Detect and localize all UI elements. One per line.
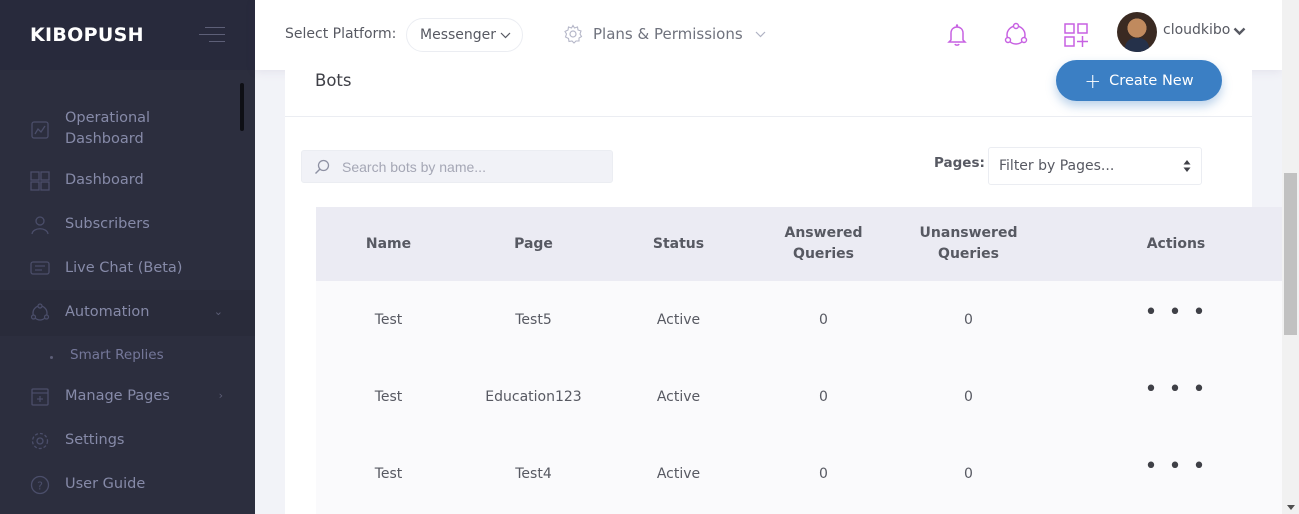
cell-unanswered: 0 xyxy=(964,388,973,405)
sidebar-item-manage-pages[interactable]: Manage Pages › xyxy=(0,386,255,408)
create-new-button[interactable]: + Create New xyxy=(1056,60,1222,101)
cell-answered: 0 xyxy=(819,311,828,328)
sidebar-item-live-chat[interactable]: Live Chat (Beta) xyxy=(0,258,255,280)
sidebar-subitem-label: Smart Replies xyxy=(70,347,164,363)
cell-page: Test4 xyxy=(515,465,552,482)
cell-unanswered: 0 xyxy=(964,465,973,482)
cell-status: Active xyxy=(656,465,701,482)
gear-icon xyxy=(564,24,583,44)
chevron-down-icon: ⌄ xyxy=(213,305,223,318)
apps-add-icon[interactable] xyxy=(1063,22,1089,48)
pages-filter-value: Filter by Pages... xyxy=(999,158,1115,174)
column-header-actions: Actions xyxy=(1146,235,1206,252)
column-header-page[interactable]: Page xyxy=(461,207,606,281)
platform-value: Messenger xyxy=(420,27,497,43)
cell-answered: 0 xyxy=(819,465,828,482)
table-row: Test Test4 Active 0 0 • • • xyxy=(316,435,1282,512)
sidebar-item-label: Subscribers xyxy=(65,216,150,232)
chevron-down-icon xyxy=(755,31,766,37)
hamburger-menu-icon[interactable] xyxy=(199,27,225,43)
pages-label: Pages: xyxy=(934,155,985,171)
sort-updown-icon xyxy=(1183,160,1191,172)
scrollbar-thumb[interactable] xyxy=(1284,173,1297,335)
sidebar-item-label: User Guide xyxy=(65,476,146,492)
more-dots-icon: • • • xyxy=(1144,376,1208,402)
chevron-right-icon: › xyxy=(218,389,223,402)
sidebar-item-label: Settings xyxy=(65,432,125,448)
page-icon xyxy=(31,388,49,406)
brand-logo: KIBOPUSH xyxy=(30,24,144,46)
network-icon[interactable] xyxy=(1003,22,1029,48)
sidebar-subitem-smart-replies[interactable]: Smart Replies xyxy=(0,347,255,367)
bell-icon[interactable] xyxy=(944,22,970,48)
cell-answered: 0 xyxy=(819,388,828,405)
column-header-answered-queries[interactable]: Answered Queries xyxy=(751,207,896,281)
cell-name: Test xyxy=(374,465,403,482)
chevron-down-icon xyxy=(500,32,511,38)
sidebar-item-label: Live Chat (Beta) xyxy=(65,260,183,276)
table-row: Test Education123 Active 0 0 • • • xyxy=(316,358,1282,435)
plans-permissions-menu[interactable]: Plans & Permissions xyxy=(563,24,766,44)
sidebar-item-label: Dashboard xyxy=(65,131,144,147)
sidebar-item-label: Automation xyxy=(65,304,150,320)
actions-menu-button[interactable]: • • • xyxy=(1106,281,1246,358)
column-header-unanswered-queries[interactable]: Unanswered Queries xyxy=(896,207,1041,281)
cell-page: Test5 xyxy=(515,311,552,328)
sidebar-item-subscribers[interactable]: Subscribers xyxy=(0,214,255,236)
user-icon xyxy=(31,216,49,235)
sidebar: KIBOPUSH Operational Dashboard Dashboard… xyxy=(0,0,255,514)
avatar[interactable] xyxy=(1117,12,1157,52)
page-title: Bots xyxy=(315,71,352,90)
actions-menu-button[interactable]: • • • xyxy=(1106,358,1246,435)
cell-page: Education123 xyxy=(485,388,582,405)
bullet-icon xyxy=(50,356,53,359)
more-dots-icon: • • • xyxy=(1144,299,1208,325)
table-row: Test Test5 Active 0 0 • • • xyxy=(316,281,1282,358)
more-dots-icon: • • • xyxy=(1144,453,1208,479)
scroll-down-arrow-icon[interactable] xyxy=(1287,505,1295,510)
cell-name: Test xyxy=(374,388,403,405)
sidebar-item-operational-dashboard[interactable]: Operational Dashboard xyxy=(0,108,255,152)
plans-label: Plans & Permissions xyxy=(593,25,743,43)
help-icon: ? xyxy=(30,475,50,495)
sidebar-item-settings[interactable]: Settings xyxy=(0,430,255,452)
portlet-header: Bots + Create New xyxy=(285,60,1252,117)
network-icon xyxy=(30,303,50,321)
page-scrollbar[interactable] xyxy=(1282,0,1299,514)
search-box xyxy=(301,150,613,183)
select-platform-label: Select Platform: xyxy=(285,26,397,42)
cell-status: Active xyxy=(656,311,701,328)
pages-filter-select[interactable]: Filter by Pages... xyxy=(988,147,1202,185)
sidebar-item-label: Dashboard xyxy=(65,172,144,188)
sidebar-item-automation[interactable]: Automation ⌄ xyxy=(0,290,255,336)
table-header: Name Page Status Answered Queries Unanswe… xyxy=(316,207,1282,281)
cell-status: Active xyxy=(656,388,701,405)
cell-unanswered: 0 xyxy=(964,311,973,328)
column-header-name[interactable]: Name xyxy=(316,207,461,281)
platform-dropdown[interactable]: Messenger xyxy=(406,18,523,52)
brand-bar: KIBOPUSH xyxy=(0,0,255,70)
column-header-status[interactable]: Status xyxy=(606,207,751,281)
chat-icon xyxy=(30,261,50,275)
cell-name: Test xyxy=(374,311,403,328)
gear-icon xyxy=(31,432,49,450)
username[interactable]: cloudkibo xyxy=(1163,22,1230,38)
table-body: Test Test5 Active 0 0 • • • Test Educati… xyxy=(316,281,1282,514)
plus-icon: + xyxy=(1084,68,1102,93)
create-new-label: Create New xyxy=(1109,72,1194,89)
sidebar-item-label: Operational xyxy=(65,110,151,126)
search-input[interactable] xyxy=(342,151,602,182)
search-icon xyxy=(315,159,330,174)
chart-icon xyxy=(31,121,49,139)
chevron-down-icon[interactable] xyxy=(1233,27,1246,36)
dashboard-grid-icon xyxy=(30,171,50,191)
sidebar-item-user-guide[interactable]: ? User Guide xyxy=(0,474,255,496)
svg-text:?: ? xyxy=(37,480,43,493)
sidebar-item-label: Manage Pages xyxy=(65,388,170,404)
actions-menu-button[interactable]: • • • xyxy=(1106,435,1246,512)
sidebar-item-dashboard[interactable]: Dashboard xyxy=(0,170,255,192)
